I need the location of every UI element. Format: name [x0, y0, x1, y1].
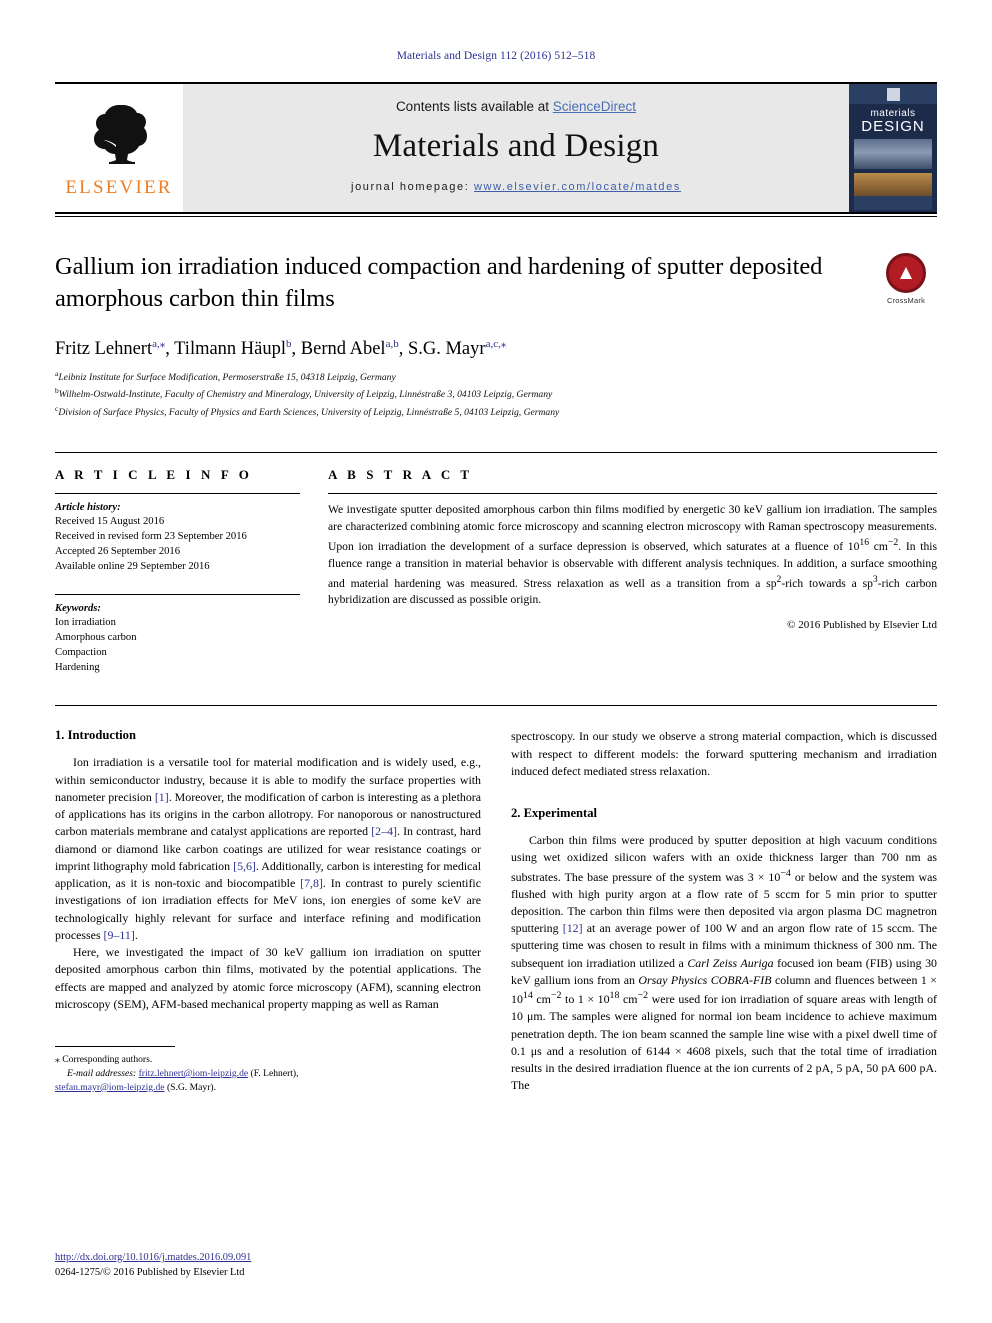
email-addresses-line: E-mail addresses: fritz.lehnert@iom-leip…: [55, 1067, 481, 1081]
keyword-item: Compaction: [55, 647, 107, 659]
running-head: Materials and Design 112 (2016) 512–518: [396, 50, 596, 62]
sciencedirect-link[interactable]: ScienceDirect: [553, 99, 636, 114]
elsevier-logo: ELSEVIER: [55, 84, 183, 212]
homepage-label: journal homepage:: [351, 181, 475, 193]
experimental-paragraph-1: Carbon thin films were produced by sputt…: [511, 833, 938, 1093]
contents-available-line: Contents lists available at ScienceDirec…: [396, 99, 636, 114]
article-history-item: Accepted 26 September 2016: [55, 546, 181, 558]
article-history-item: Available online 29 September 2016: [55, 561, 210, 573]
article-history-label: Article history:: [55, 502, 121, 514]
body-column-left: 1. Introduction Ion irradiation is a ver…: [55, 728, 481, 1094]
affiliation-text-b: Wilhelm-Ostwald-Institute, Faculty of Ch…: [58, 389, 553, 401]
article-info-column: A R T I C L E I N F O Article history: R…: [55, 467, 300, 675]
page-footer: http://dx.doi.org/10.1016/j.matdes.2016.…: [55, 1250, 251, 1281]
email1-owner: (F. Lehnert),: [250, 1067, 299, 1079]
masthead-center: Contents lists available at ScienceDirec…: [183, 84, 849, 212]
journal-homepage-link[interactable]: www.elsevier.com/locate/matdes: [474, 181, 681, 193]
email2-line: stefan.mayr@iom-leipzig.de (S.G. Mayr).: [55, 1081, 481, 1095]
article-history-item: Received 15 August 2016: [55, 516, 165, 528]
email-link-lehnert[interactable]: fritz.lehnert@iom-leipzig.de: [139, 1068, 249, 1079]
elsevier-tree-icon: [86, 101, 152, 175]
experimental-intro-continuation: spectroscopy. In our study we observe a …: [511, 728, 937, 780]
journal-title: Materials and Design: [372, 128, 660, 164]
keyword-item: Ion irradiation: [55, 617, 116, 629]
cover-footer-band: [854, 196, 932, 210]
abstract-heading: A B S T R A C T: [328, 467, 473, 483]
keywords-rule: [55, 594, 300, 596]
body-columns: 1. Introduction Ion irradiation is a ver…: [55, 705, 937, 1094]
issn-copyright-line: 0264-1275/© 2016 Published by Elsevier L…: [55, 1267, 245, 1279]
email2-owner: (S.G. Mayr).: [166, 1081, 216, 1093]
affiliation-list: aLeibniz Institute for Surface Modificat…: [55, 368, 837, 420]
email-link-mayr[interactable]: stefan.mayr@iom-leipzig.de: [55, 1082, 165, 1093]
journal-masthead: ELSEVIER Contents lists available at Sci…: [55, 82, 937, 212]
abstract-text: We investigate sputter deposited amorpho…: [328, 503, 938, 607]
cover-emblem-icon: [886, 87, 900, 101]
contents-prefix: Contents lists available at: [395, 99, 553, 114]
cover-image-strip-1: [854, 139, 932, 169]
corresponding-author-footnote: ⁎ Corresponding authors. E-mail addresse…: [55, 1045, 481, 1095]
keyword-item: Hardening: [55, 662, 100, 674]
abstract-rule: [328, 493, 937, 495]
cover-title-line2: DESIGN: [861, 118, 925, 135]
crossmark-label: CrossMark: [886, 296, 926, 305]
keywords-label: Keywords:: [55, 603, 101, 615]
footnote-text: ⁎ Corresponding authors. E-mail addresse…: [55, 1053, 481, 1095]
page-title: Gallium ion irradiation induced compacti…: [55, 253, 823, 312]
elsevier-wordmark: ELSEVIER: [65, 177, 173, 198]
affiliation-a: aLeibniz Institute for Surface Modificat…: [55, 368, 837, 385]
doi-link[interactable]: http://dx.doi.org/10.1016/j.matdes.2016.…: [55, 1252, 251, 1263]
author-list: Fritz Lehnerta,⁎, Tilmann Häuplb, Bernd …: [55, 337, 507, 359]
footnote-rule: [55, 1045, 175, 1047]
article-info-heading: A R T I C L E I N F O: [55, 467, 253, 483]
section-title-experimental: 2. Experimental: [511, 806, 598, 821]
abstract-column: A B S T R A C T We investigate sputter d…: [328, 467, 937, 675]
introduction-paragraph-2: Here, we investigated the impact of 30 k…: [55, 945, 481, 1011]
cover-image-strip-2: [854, 173, 932, 197]
keyword-item: Amorphous carbon: [55, 632, 137, 644]
title-block: Gallium ion irradiation induced compacti…: [55, 251, 937, 420]
info-abstract-row: A R T I C L E I N F O Article history: R…: [55, 452, 937, 675]
section-title-introduction: 1. Introduction: [55, 728, 136, 743]
journal-cover-thumbnail: materials DESIGN: [849, 84, 937, 212]
body-column-right: spectroscopy. In our study we observe a …: [511, 728, 937, 1094]
intro-p2-tail: spectroscopy. In our study we observe a …: [511, 729, 937, 778]
email-addresses-label: E-mail addresses:: [67, 1067, 137, 1079]
crossmark-badge-container[interactable]: CrossMark: [875, 253, 937, 305]
masthead-bottom-rule: [55, 212, 937, 214]
crossmark-icon: [886, 253, 926, 293]
cover-header-band: [849, 84, 937, 104]
affiliation-c: cDivision of Surface Physics, Faculty of…: [55, 403, 837, 420]
journal-homepage-line: journal homepage: www.elsevier.com/locat…: [351, 181, 681, 193]
abstract-copyright: © 2016 Published by Elsevier Ltd: [787, 619, 937, 632]
article-info-rule: [55, 493, 300, 495]
masthead-bottom-rule-thin: [55, 216, 937, 217]
article-history-item: Received in revised form 23 September 20…: [55, 531, 247, 543]
introduction-paragraph-1: Ion irradiation is a versatile tool for …: [55, 755, 482, 942]
affiliation-text-c: Division of Surface Physics, Faculty of …: [58, 406, 560, 418]
corresponding-authors-line: ⁎ Corresponding authors.: [55, 1053, 153, 1065]
affiliation-b: bWilhelm-Ostwald-Institute, Faculty of C…: [55, 385, 837, 402]
article-page: Materials and Design 112 (2016) 512–518 …: [0, 0, 992, 1323]
affiliation-text-a: Leibniz Institute for Surface Modificati…: [58, 372, 396, 384]
